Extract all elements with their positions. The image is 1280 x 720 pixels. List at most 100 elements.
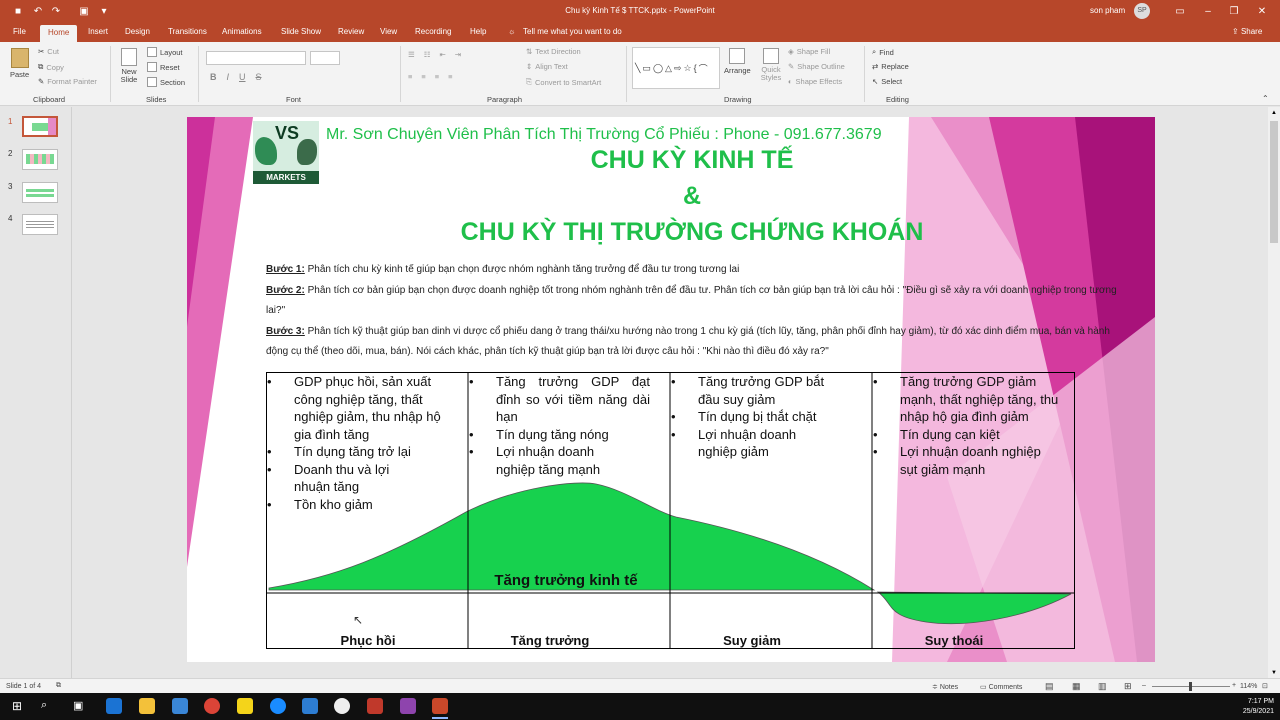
shape-fill-button[interactable]: ◈ Shape Fill	[788, 47, 830, 56]
slide-thumbnail-3[interactable]	[22, 182, 58, 203]
font-size-dropdown[interactable]	[310, 51, 340, 65]
file-explorer-icon[interactable]	[139, 698, 155, 714]
section-button[interactable]: Section	[147, 77, 185, 87]
shape-curve-icon[interactable]: ⌒	[699, 62, 708, 75]
text-direction-button[interactable]: ⇅ Text Direction	[526, 47, 581, 56]
zoom-in-icon[interactable]: +	[1232, 682, 1236, 689]
fit-slide-icon[interactable]: ⊡	[1262, 682, 1268, 690]
search-icon[interactable]: ⌕	[41, 699, 47, 712]
tab-transitions[interactable]: Transitions	[168, 27, 207, 36]
tab-design[interactable]: Design	[125, 27, 150, 36]
tab-file[interactable]: File	[13, 27, 26, 36]
numbering-icon[interactable]: ☷	[424, 50, 431, 59]
accessibility-icon[interactable]: ⧉	[56, 682, 61, 690]
maximize-icon[interactable]: ❐	[1226, 3, 1242, 19]
slide-thumbnail-1[interactable]	[22, 116, 58, 137]
powerpoint-icon[interactable]	[432, 698, 448, 714]
tab-slideshow[interactable]: Slide Show	[281, 27, 321, 36]
shape-arrow-icon[interactable]: ⇨	[674, 63, 682, 74]
list-item: Tăng trưởng GDP giảm mạnh, thất nghiệp t…	[873, 373, 1066, 426]
zoom-out-icon[interactable]: –	[1142, 682, 1146, 689]
copy-button[interactable]: ⧉ Copy	[38, 62, 64, 72]
sticky-notes-icon[interactable]	[237, 698, 253, 714]
zoom-level[interactable]: 114%	[1240, 683, 1257, 690]
paste-label: Paste	[10, 70, 30, 79]
tab-help[interactable]: Help	[470, 27, 486, 36]
tab-animations[interactable]: Animations	[222, 27, 262, 36]
shape-oval-icon[interactable]: ◯	[653, 63, 663, 74]
zoom-slider-thumb[interactable]	[1189, 682, 1192, 691]
shape-line-icon[interactable]: ╲	[635, 63, 640, 74]
align-text-button[interactable]: ⇕ Align Text	[526, 62, 568, 71]
minimize-icon[interactable]: –	[1200, 3, 1216, 19]
indent-icon[interactable]: ⇤	[439, 50, 445, 59]
underline-icon[interactable]: U	[239, 72, 246, 82]
justify-icon[interactable]: ≡	[448, 72, 452, 81]
quick-styles-button[interactable]: Quick Styles	[758, 48, 784, 82]
share-button[interactable]: ⇪ Share	[1232, 27, 1262, 36]
shape-triangle-icon[interactable]: △	[665, 63, 672, 74]
app-icon[interactable]	[302, 698, 318, 714]
zalo-icon[interactable]	[270, 698, 286, 714]
tab-home[interactable]: Home	[40, 25, 78, 42]
reset-button[interactable]: Reset	[147, 62, 180, 72]
shape-effects-button[interactable]: ◐ Shape Effects	[788, 77, 842, 86]
slide-thumbnail-4[interactable]	[22, 214, 58, 235]
app-icon[interactable]	[367, 698, 383, 714]
chrome-icon[interactable]	[204, 698, 220, 714]
slide-sorter-icon[interactable]: ▦	[1072, 681, 1081, 692]
slide-thumbnail-2[interactable]	[22, 149, 58, 170]
replace-button[interactable]: ⇄ Replace	[872, 62, 909, 71]
font-family-dropdown[interactable]	[206, 51, 306, 65]
system-clock[interactable]: 7:17 PM 25/9/2021	[1243, 697, 1274, 717]
scrollbar-thumb[interactable]	[1270, 121, 1278, 243]
shape-rect-icon[interactable]: ▭	[642, 63, 651, 74]
strikethrough-icon[interactable]: S	[256, 72, 262, 82]
align-center-icon[interactable]: ≡	[421, 72, 425, 81]
bold-icon[interactable]: B	[210, 72, 217, 82]
slideshow-view-icon[interactable]: ⊞	[1124, 681, 1132, 692]
avatar[interactable]: SP	[1134, 3, 1150, 19]
store-icon[interactable]	[172, 698, 188, 714]
find-button[interactable]: ⌕ Find	[872, 47, 894, 57]
obs-icon[interactable]	[334, 698, 350, 714]
edge-icon[interactable]	[106, 698, 122, 714]
tab-review[interactable]: Review	[338, 27, 364, 36]
format-painter-button[interactable]: ✎ Format Painter	[38, 77, 97, 86]
tab-insert[interactable]: Insert	[88, 27, 108, 36]
tab-recording[interactable]: Recording	[415, 27, 451, 36]
app-icon[interactable]	[400, 698, 416, 714]
new-slide-button[interactable]: New Slide	[118, 48, 140, 84]
tell-me-search[interactable]: Tell me what you want to do	[523, 27, 622, 36]
find-label: Find	[879, 47, 894, 57]
windows-start-icon[interactable]: ⊞	[12, 699, 22, 713]
arrange-button[interactable]: Arrange	[724, 48, 751, 75]
paste-button[interactable]: Paste	[10, 48, 29, 79]
shape-outline-button[interactable]: ✎ Shape Outline	[788, 62, 845, 71]
scroll-up-icon[interactable]: ▲	[1271, 110, 1277, 116]
quick-styles-label: Quick Styles	[760, 65, 782, 82]
reading-view-icon[interactable]: ▥	[1098, 681, 1107, 692]
outdent-icon[interactable]: ⇥	[455, 50, 461, 59]
align-left-icon[interactable]: ≡	[408, 72, 412, 81]
vertical-scrollbar[interactable]: ▲ ▼	[1268, 107, 1280, 678]
italic-icon[interactable]: I	[227, 72, 230, 82]
scroll-down-icon[interactable]: ▼	[1271, 670, 1277, 676]
close-icon[interactable]: ✕	[1254, 3, 1270, 19]
comments-button[interactable]: ▭ Comments	[980, 683, 1022, 691]
cut-button[interactable]: ✂ Cut	[38, 47, 59, 56]
tab-view[interactable]: View	[380, 27, 397, 36]
ribbon-display-icon[interactable]: ▭	[1172, 3, 1188, 19]
shape-star-icon[interactable]: ☆	[683, 63, 691, 74]
notes-button[interactable]: ≑ Notes	[932, 683, 958, 691]
task-view-icon[interactable]: ▣	[73, 699, 83, 712]
shapes-gallery[interactable]: ╲ ▭ ◯ △ ⇨ ☆{⌒	[632, 47, 720, 89]
layout-button[interactable]: Layout	[147, 47, 183, 57]
select-button[interactable]: ↖ Select	[872, 77, 902, 86]
collapse-ribbon-icon[interactable]: ⌃	[1262, 94, 1269, 103]
align-right-icon[interactable]: ≡	[435, 72, 439, 81]
shape-brace-icon[interactable]: {	[694, 63, 697, 73]
smartart-button[interactable]: ⎘ Convert to SmartArt	[526, 77, 601, 87]
normal-view-icon[interactable]: ▤	[1045, 681, 1054, 692]
bullets-icon[interactable]: ☰	[408, 50, 415, 59]
